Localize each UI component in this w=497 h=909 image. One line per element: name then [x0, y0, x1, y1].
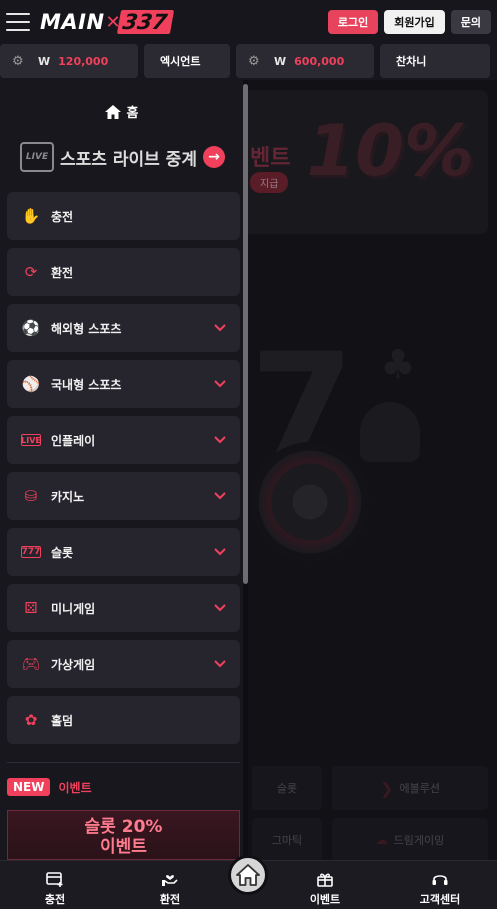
menu-item-label: 미니게임 — [51, 601, 96, 616]
ticker-amount: ⚙ W 120,000 — [0, 44, 138, 78]
card-plus-icon — [46, 872, 63, 887]
menu-item-label: 국내형 스포츠 — [51, 377, 122, 392]
menu-item-deposit[interactable]: ✋ 충전 — [7, 192, 240, 240]
gift-icon — [317, 873, 333, 887]
deposit-hand-icon: ✋ — [21, 207, 41, 225]
menu-item-holdem[interactable]: ✿ 홀덤 — [7, 696, 240, 744]
menu-item-withdraw[interactable]: ⟳ 환전 — [7, 248, 240, 296]
app-root: MAIN ✕ 337 로그인 회원가입 문의 ⚙ W 120,000 엑시언트 … — [0, 0, 497, 909]
ticker-username: 찬차니 — [380, 44, 490, 78]
menu-item-domestic-sports[interactable]: ⚾ 국내형 스포츠 — [7, 360, 240, 408]
live-icon: LIVE — [21, 434, 41, 446]
logo-number: 337 — [116, 10, 174, 34]
slot-event-card[interactable]: 슬롯 20% 이벤트 — [7, 810, 240, 860]
bottom-nav-label: 이벤트 — [309, 893, 341, 906]
menu-item-casino[interactable]: ⛁ 카지노 — [7, 472, 240, 520]
login-button[interactable]: 로그인 — [327, 10, 379, 34]
menu-item-label: 슬롯 — [51, 545, 74, 560]
side-drawer: 홈 LIVE 스포츠 라이브 중계 → ✋ 충전 ⟳ 환전 ⚽ 해외형 스포츠 … — [0, 80, 248, 860]
dice-icon: ⚄ — [24, 599, 38, 617]
menu-item-label: 충전 — [51, 209, 74, 224]
events-header: NEW 이벤트 — [7, 778, 92, 796]
drawer-scroll-thumb[interactable] — [243, 84, 248, 584]
ticker-username: 엑시언트 — [144, 44, 230, 78]
home-label: 홈 — [126, 106, 139, 121]
top-header: MAIN ✕ 337 로그인 회원가입 문의 — [0, 0, 497, 44]
winners-ticker: ⚙ W 120,000 엑시언트 ⚙ W 600,000 찬차니 — [0, 44, 497, 80]
currency-symbol: W — [38, 54, 51, 68]
bottom-nav-withdraw[interactable]: 환전 — [135, 871, 205, 907]
bottom-nav-support[interactable]: 고객센터 — [405, 871, 475, 907]
sports-balls-icon: ⚽ — [21, 319, 41, 337]
drawer-divider — [7, 762, 240, 763]
site-logo[interactable]: MAIN ✕ 337 — [40, 10, 174, 34]
menu-item-label: 환전 — [51, 265, 74, 280]
drawer-scrollbar[interactable] — [243, 80, 248, 860]
headset-icon — [432, 875, 448, 885]
inquiry-button[interactable]: 문의 — [450, 10, 491, 34]
chips-icon: ⛁ — [24, 487, 38, 505]
chevron-down-icon — [214, 324, 226, 332]
menu-item-label: 해외형 스포츠 — [51, 321, 122, 336]
drawer-menu: ✋ 충전 ⟳ 환전 ⚽ 해외형 스포츠 ⚾ 국내형 스포츠 LIVE 인플레이 — [7, 192, 240, 752]
menu-item-label: 가상게임 — [51, 657, 96, 672]
menu-item-label: 인플레이 — [51, 433, 96, 448]
coin-icon: ⚙ — [248, 54, 260, 69]
menu-item-slot[interactable]: 777 슬롯 — [7, 528, 240, 576]
ticker-amount: ⚙ W 600,000 — [236, 44, 374, 78]
menu-toggle-icon[interactable] — [6, 13, 30, 31]
menu-item-overseas-sports[interactable]: ⚽ 해외형 스포츠 — [7, 304, 240, 352]
exchange-coin-icon: ⟳ — [24, 263, 38, 281]
event-card-subtitle: 이벤트 — [100, 837, 147, 857]
live-broadcast-label: 스포츠 라이브 중계 — [60, 149, 197, 170]
chevron-down-icon — [214, 436, 226, 444]
menu-item-label: 카지노 — [51, 489, 85, 504]
live-tv-badge: LIVE — [25, 152, 49, 162]
home-link[interactable]: 홈 — [0, 102, 243, 121]
currency-symbol: W — [274, 54, 287, 68]
chevron-down-icon — [214, 380, 226, 388]
home-icon — [104, 104, 121, 119]
win-amount: 600,000 — [294, 54, 345, 68]
bottom-navigation: 충전 환전 이벤트 고객센터 — [0, 855, 497, 909]
live-broadcast-link[interactable]: LIVE 스포츠 라이브 중계 → — [20, 142, 225, 172]
chevron-down-icon — [214, 548, 226, 556]
chevron-down-icon — [214, 492, 226, 500]
poker-chip-icon: ✿ — [24, 711, 38, 729]
bottom-nav-label: 충전 — [44, 893, 66, 906]
bottom-nav-home[interactable] — [228, 855, 268, 895]
events-label: 이벤트 — [58, 780, 92, 795]
signup-button[interactable]: 회원가입 — [384, 10, 445, 34]
bottom-nav-label: 환전 — [159, 893, 181, 906]
hand-heart-icon — [162, 875, 178, 886]
home-icon — [236, 864, 260, 886]
menu-item-inplay[interactable]: LIVE 인플레이 — [7, 416, 240, 464]
live-tv-icon: LIVE — [20, 142, 54, 172]
menu-item-virtual-game[interactable]: 🎮︎ 가상게임 — [7, 640, 240, 688]
logo-main-text: MAIN — [40, 10, 105, 34]
menu-item-minigame[interactable]: ⚄ 미니게임 — [7, 584, 240, 632]
new-badge: NEW — [7, 778, 51, 796]
win-amount: 120,000 — [58, 54, 109, 68]
coin-icon: ⚙ — [12, 54, 24, 69]
arrow-right-icon: → — [202, 146, 225, 168]
chevron-down-icon — [214, 604, 226, 612]
gamepad-icon: 🎮︎ — [21, 655, 41, 673]
bottom-nav-deposit[interactable]: 충전 — [20, 871, 90, 907]
bottom-nav-label: 고객센터 — [419, 893, 461, 906]
sports-balls-icon: ⚾ — [21, 375, 41, 393]
bottom-nav-events[interactable]: 이벤트 — [290, 871, 360, 907]
header-buttons: 로그인 회원가입 문의 — [327, 10, 491, 34]
event-card-title: 슬롯 20% — [84, 817, 163, 837]
menu-item-label: 홀덤 — [51, 713, 74, 728]
chevron-down-icon — [214, 660, 226, 668]
slot-machine-icon: 777 — [21, 546, 41, 558]
